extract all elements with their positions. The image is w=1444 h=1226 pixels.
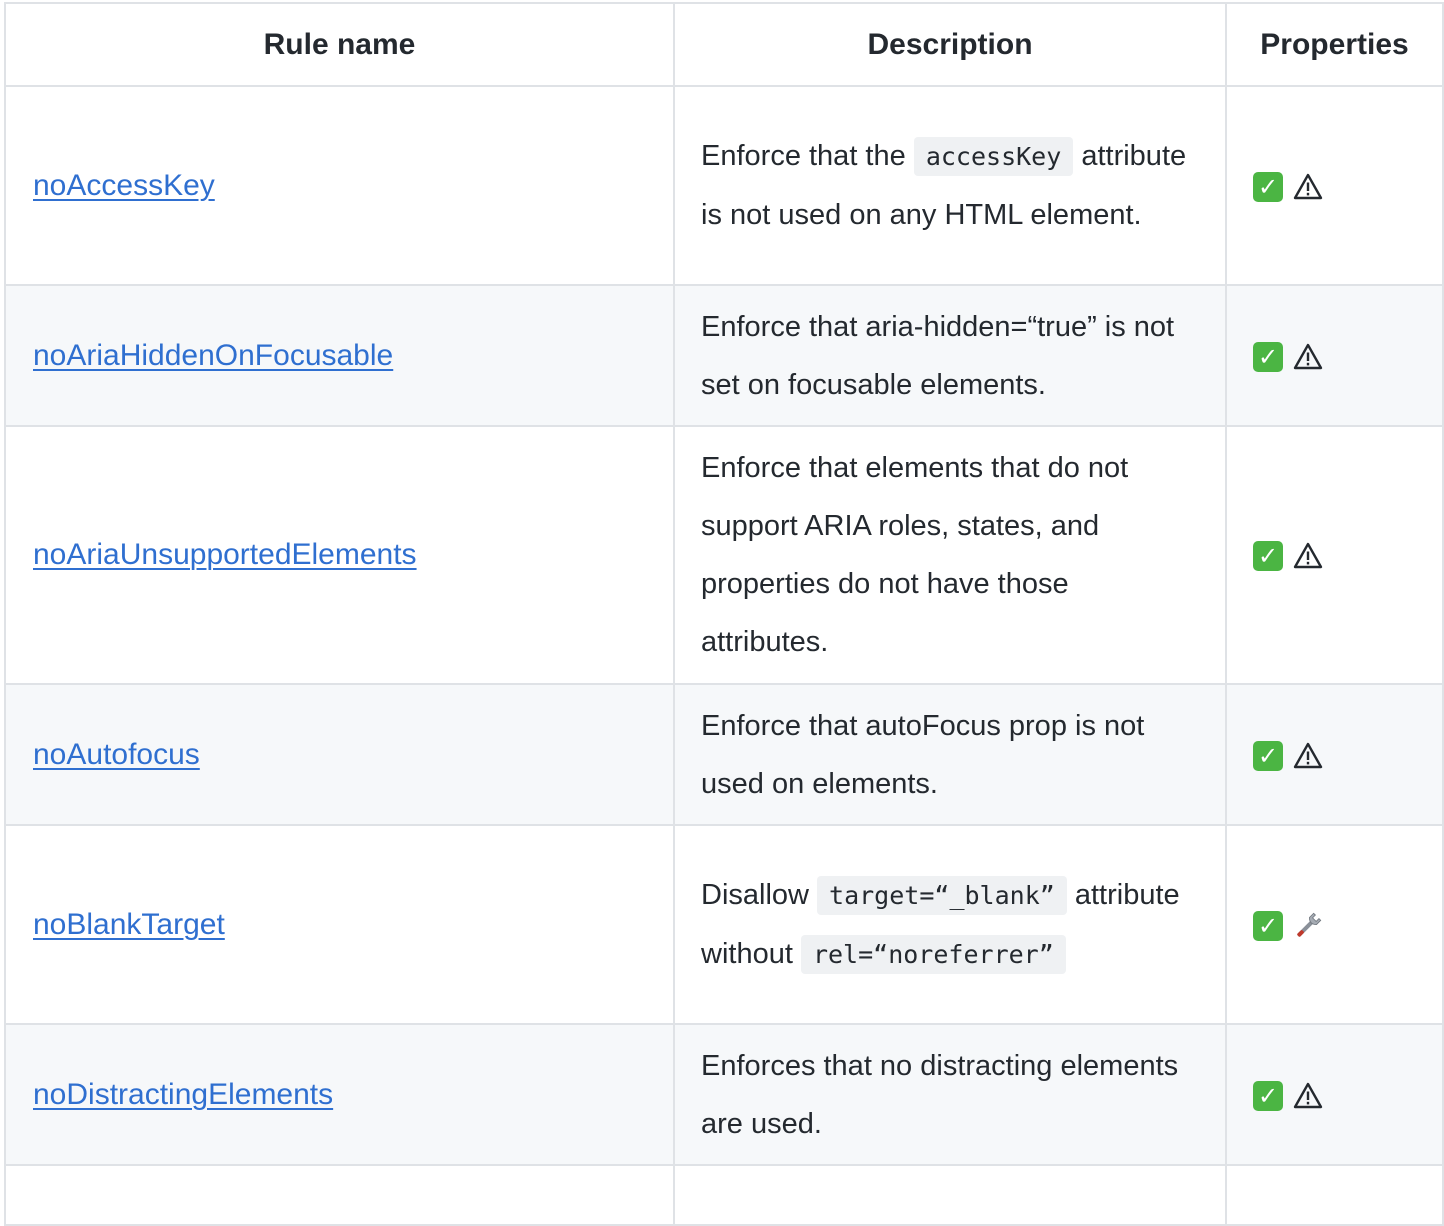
description-text: Enforce that aria-hidden=“true” is not s… [701, 310, 1175, 401]
rule-name-cell [4, 1164, 675, 1226]
table-header: Rule name Description Properties [4, 2, 1444, 87]
description-text: Disallow [701, 878, 818, 911]
table-row: noDistractingElements Enforces that no d… [4, 1023, 1444, 1166]
check-icon: ✓ [1253, 171, 1283, 202]
table-row: noAriaHiddenOnFocusable Enforce that ari… [4, 284, 1444, 427]
rule-name-cell: noDistractingElements [4, 1023, 675, 1166]
inline-code: rel=“noreferrer” [800, 934, 1066, 974]
properties-cell: ✓ [1225, 284, 1444, 427]
header-row: Rule name Description Properties [4, 2, 1444, 87]
column-header-properties: Properties [1225, 2, 1444, 87]
properties-cell: ✓ [1225, 1023, 1444, 1166]
rule-name-cell: noBlankTarget [4, 824, 675, 1025]
check-icon: ✓ [1253, 1080, 1283, 1111]
description-text: Enforce that the [701, 140, 914, 172]
description-text: Enforce that elements that do not suppor… [701, 452, 1129, 658]
rule-link-noAutofocus[interactable]: noAutofocus [33, 738, 200, 771]
properties-cell: ✓ [1225, 425, 1444, 685]
rule-link-noAriaHiddenOnFocusable[interactable]: noAriaHiddenOnFocusable [33, 339, 393, 372]
table-row: noBlankTarget Disallow target=“_blank” a… [4, 824, 1444, 1025]
description-text: Enforce that autoFocus prop is not used … [701, 709, 1145, 800]
properties-cell: ✓ [1225, 824, 1444, 1025]
check-icon: ✓ [1253, 341, 1283, 372]
warning-icon [1293, 343, 1323, 370]
rule-link-noAccessKey[interactable]: noAccessKey [33, 169, 215, 202]
table-body: noAccessKey Enforce that the accessKey a… [4, 85, 1444, 1226]
table-row-partial [4, 1164, 1444, 1226]
description-cell: Enforce that the accessKey attribute is … [673, 85, 1227, 286]
column-header-rule-name: Rule name [4, 2, 675, 87]
properties-cell: ✓ [1225, 683, 1444, 826]
warning-icon [1293, 1082, 1323, 1109]
rule-link-noBlankTarget[interactable]: noBlankTarget [33, 908, 225, 941]
properties-cell [1225, 1164, 1444, 1226]
rule-name-cell: noAriaUnsupportedElements [4, 425, 675, 685]
rule-name-cell: noAriaHiddenOnFocusable [4, 284, 675, 427]
description-text: Enforces that no distracting elements ar… [701, 1049, 1179, 1140]
properties-cell: ✓ [1225, 85, 1444, 286]
description-cell [673, 1164, 1227, 1226]
check-icon: ✓ [1253, 740, 1283, 771]
inline-code: target=“_blank” [817, 875, 1067, 915]
rules-table: Rule name Description Properties noAcces… [4, 2, 1444, 1226]
description-cell: Enforces that no distracting elements ar… [673, 1023, 1227, 1166]
rule-link-noAriaUnsupportedElements[interactable]: noAriaUnsupportedElements [33, 538, 417, 571]
warning-icon [1293, 742, 1323, 769]
column-header-description: Description [673, 2, 1227, 87]
table-row: noAutofocus Enforce that autoFocus prop … [4, 683, 1444, 826]
warning-icon [1293, 543, 1323, 569]
description-cell: Disallow target=“_blank” attribute witho… [673, 824, 1227, 1025]
table-row: noAccessKey Enforce that the accessKey a… [4, 85, 1444, 286]
rule-name-cell: noAccessKey [4, 85, 675, 286]
description-cell: Enforce that aria-hidden=“true” is not s… [673, 284, 1227, 427]
description-cell: Enforce that autoFocus prop is not used … [673, 683, 1227, 826]
warning-icon [1293, 173, 1323, 200]
rule-name-cell: noAutofocus [4, 683, 675, 826]
wrench-icon [1297, 912, 1322, 937]
rule-link-noDistractingElements[interactable]: noDistractingElements [33, 1078, 333, 1111]
check-icon: ✓ [1253, 910, 1283, 941]
description-cell: Enforce that elements that do not suppor… [673, 425, 1227, 685]
inline-code: accessKey [913, 137, 1074, 176]
check-icon: ✓ [1253, 541, 1283, 572]
table-row: noAriaUnsupportedElements Enforce that e… [4, 425, 1444, 685]
